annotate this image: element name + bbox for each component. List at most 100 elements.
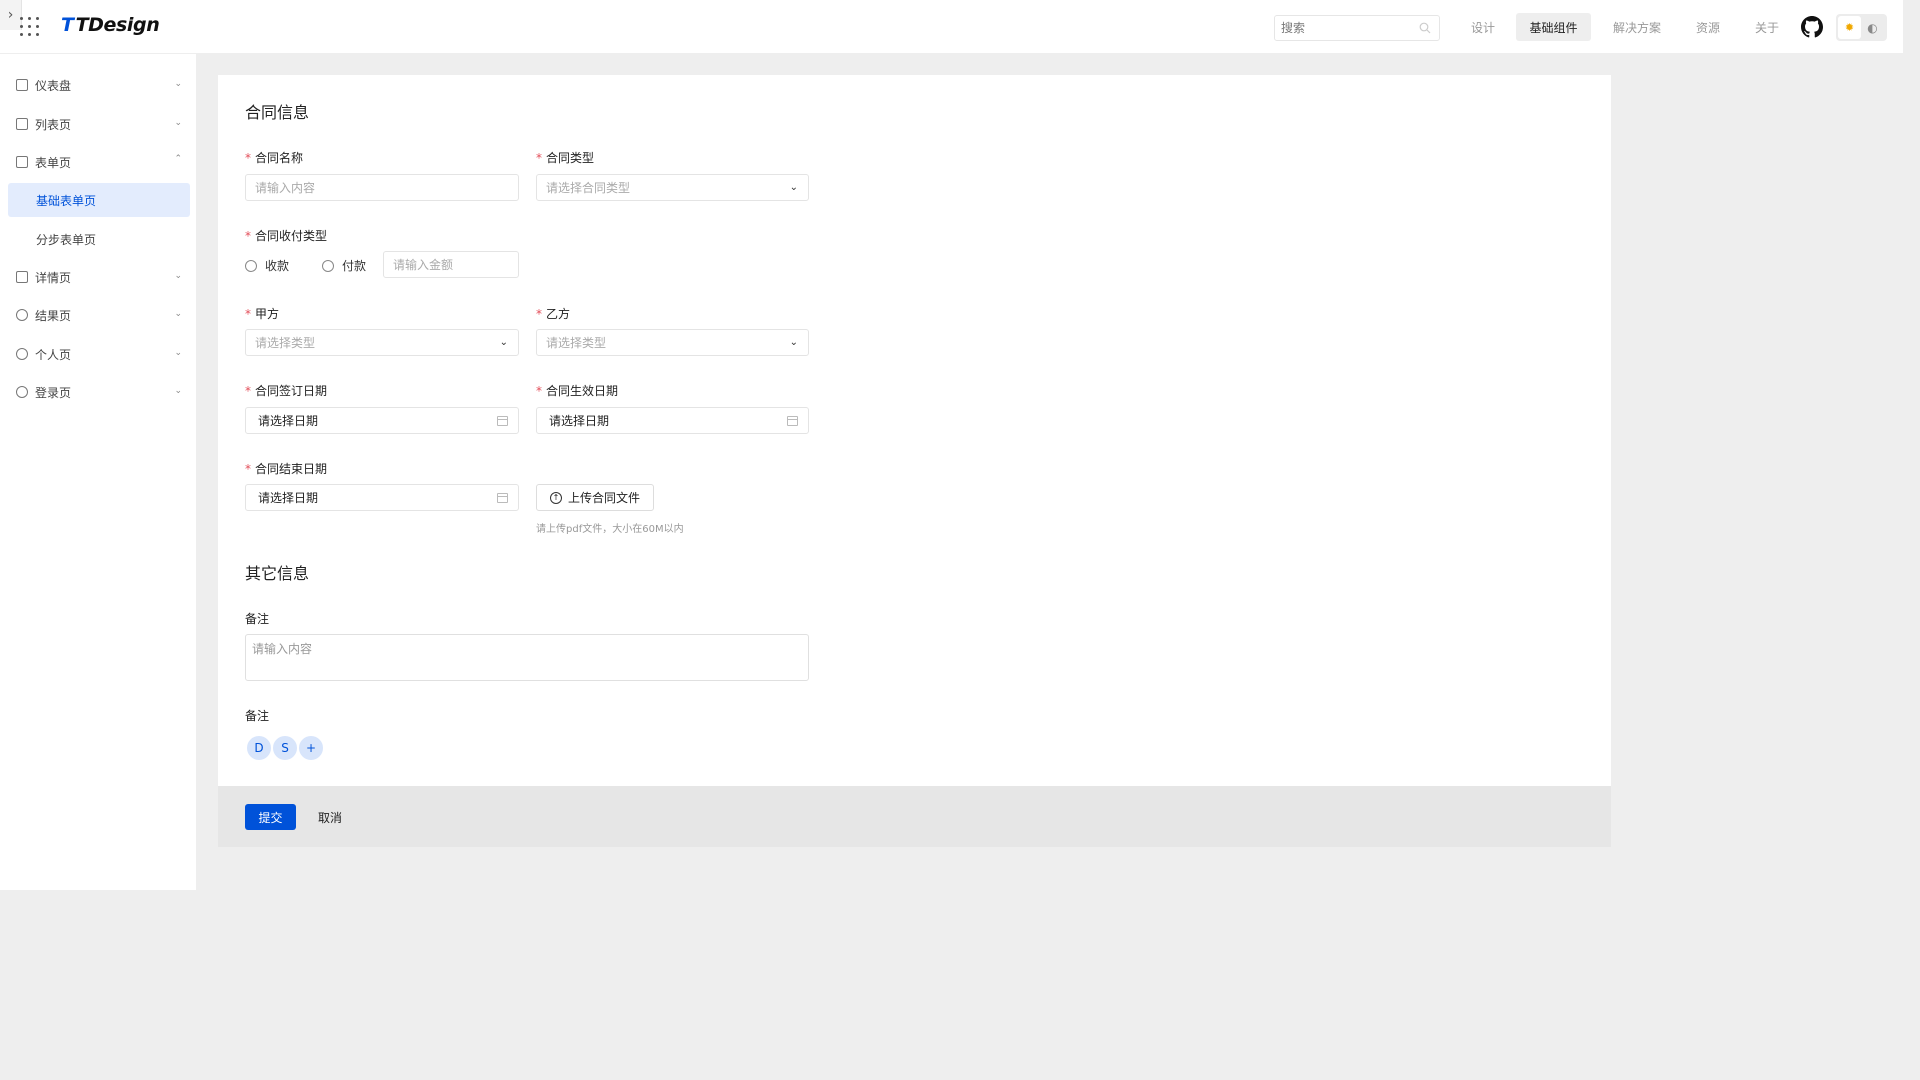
- amount-input[interactable]: [393, 252, 518, 277]
- avatar[interactable]: D: [245, 734, 273, 762]
- sidebar-collapse-button[interactable]: ›: [0, 0, 22, 30]
- chevron-down-icon: ⌄: [174, 79, 182, 89]
- remark-textarea-wrapper[interactable]: [245, 634, 809, 681]
- upload-icon: ↑: [549, 491, 562, 504]
- radio-pay[interactable]: 付款: [322, 257, 366, 274]
- party-b-select[interactable]: 请选择类型 ⌄: [536, 329, 809, 356]
- cancel-button[interactable]: 取消: [308, 804, 352, 830]
- form-footer: [218, 786, 1611, 847]
- logo-text: TDesign: [75, 14, 160, 36]
- effective-date-picker[interactable]: 请选择日期: [536, 407, 809, 434]
- radio-pay-label: 付款: [342, 259, 367, 273]
- calendar-icon: [497, 416, 508, 426]
- contract-type-placeholder: 请选择合同类型: [546, 181, 631, 195]
- upload-label: 上传合同文件: [567, 491, 640, 505]
- check-circle-icon: [16, 309, 28, 321]
- calendar-icon: [787, 416, 798, 426]
- upload-hint: 请上传pdf文件，大小在60M以内: [536, 524, 684, 535]
- top-header: › TTDesign 设计 基础组件 解决方案 资源 关于 ✹ ◐: [0, 0, 1903, 54]
- detail-icon: [16, 271, 28, 283]
- logo-mark-icon: T: [61, 14, 74, 36]
- list-icon: [16, 118, 28, 130]
- dashboard-icon: [16, 79, 28, 91]
- github-icon[interactable]: [1801, 16, 1823, 38]
- end-date-picker[interactable]: 请选择日期: [245, 484, 519, 511]
- radio-receive-label: 收款: [265, 259, 290, 273]
- contract-name-label: * 合同名称: [245, 151, 304, 165]
- contract-type-label: * 合同类型: [536, 151, 595, 165]
- amount-field[interactable]: [383, 251, 519, 278]
- nav-components[interactable]: 基础组件: [1516, 13, 1591, 41]
- sidebar: 仪表盘 ⌄ 列表页 ⌄ 表单页 ⌃ 基础表单页 分步表单页 详情页 ⌄ 结果页 …: [0, 54, 196, 890]
- radio-circle-icon[interactable]: [245, 259, 257, 272]
- theme-toggle[interactable]: ✹ ◐: [1836, 14, 1887, 41]
- sidebar-item-label: 个人页: [35, 347, 72, 362]
- party-a-label: * 甲方: [245, 307, 280, 321]
- party-a-select[interactable]: 请选择类型 ⌄: [245, 329, 519, 356]
- sidebar-item-list[interactable]: 列表页 ⌄: [8, 107, 190, 141]
- user-circle-icon: [16, 348, 28, 360]
- remark-label: 备注: [245, 612, 270, 626]
- moon-icon[interactable]: ◐: [1861, 16, 1884, 39]
- sign-date-picker[interactable]: 请选择日期: [245, 407, 519, 434]
- sun-icon[interactable]: ✹: [1838, 16, 1861, 39]
- party-b-placeholder: 请选择类型: [546, 336, 607, 350]
- submit-button[interactable]: 提交: [245, 804, 296, 830]
- edit-icon: [16, 156, 28, 168]
- contract-name-field[interactable]: [245, 174, 519, 201]
- sign-date-value: 请选择日期: [258, 414, 319, 428]
- section-title-contract: 合同信息: [245, 103, 310, 122]
- remark2-label: 备注: [245, 709, 270, 723]
- chevron-down-icon: ⌄: [174, 309, 182, 319]
- remark-textarea[interactable]: [246, 635, 808, 680]
- sidebar-item-login[interactable]: 登录页 ⌄: [8, 375, 190, 409]
- sidebar-item-step-form[interactable]: 分步表单页: [8, 222, 190, 256]
- nav-design[interactable]: 设计: [1460, 13, 1506, 41]
- nav-resources[interactable]: 资源: [1685, 13, 1731, 41]
- effective-date-value: 请选择日期: [549, 414, 610, 428]
- sidebar-item-label: 详情页: [35, 270, 72, 285]
- chevron-up-icon: ⌃: [174, 154, 182, 164]
- sidebar-item-user[interactable]: 个人页 ⌄: [8, 337, 190, 371]
- chevron-down-icon: ⌄: [789, 337, 798, 348]
- sidebar-item-detail[interactable]: 详情页 ⌄: [8, 260, 190, 294]
- chevron-down-icon: ⌄: [789, 182, 798, 193]
- contract-type-select[interactable]: 请选择合同类型 ⌄: [536, 174, 809, 201]
- radio-receive[interactable]: 收款: [245, 257, 289, 274]
- party-a-placeholder: 请选择类型: [255, 336, 316, 350]
- sidebar-item-label: 分步表单页: [36, 232, 97, 247]
- add-avatar-button[interactable]: +: [297, 734, 325, 762]
- radio-circle-icon[interactable]: [322, 259, 334, 272]
- chevron-down-icon: ⌄: [174, 386, 182, 396]
- sidebar-item-basic-form[interactable]: 基础表单页: [8, 183, 190, 217]
- chevron-down-icon: ⌄: [174, 348, 182, 358]
- contract-name-input[interactable]: [255, 175, 518, 200]
- party-b-label: * 乙方: [536, 307, 571, 321]
- upload-contract-button[interactable]: ↑ 上传合同文件: [536, 484, 654, 511]
- search-input[interactable]: [1275, 16, 1405, 40]
- chevron-right-icon: ›: [7, 7, 14, 23]
- nav-about[interactable]: 关于: [1744, 13, 1790, 41]
- login-icon: [16, 386, 28, 398]
- sidebar-item-label: 表单页: [35, 155, 72, 170]
- chevron-down-icon: ⌄: [499, 337, 508, 348]
- search-box[interactable]: [1274, 15, 1440, 41]
- chevron-down-icon: ⌄: [174, 271, 182, 281]
- sidebar-item-form[interactable]: 表单页 ⌃: [8, 145, 190, 179]
- sidebar-item-label: 仪表盘: [35, 78, 72, 93]
- apps-grid-icon[interactable]: [20, 17, 40, 37]
- sidebar-item-dashboard[interactable]: 仪表盘 ⌄: [8, 68, 190, 102]
- end-date-value: 请选择日期: [258, 491, 319, 505]
- logo[interactable]: T TDesign: [61, 14, 160, 36]
- sidebar-item-label: 登录页: [35, 385, 72, 400]
- end-date-label: * 合同结束日期: [245, 462, 328, 476]
- avatar[interactable]: S: [271, 734, 299, 762]
- calendar-icon: [497, 493, 508, 503]
- section-title-other: 其它信息: [245, 564, 310, 583]
- effective-date-label: * 合同生效日期: [536, 384, 619, 398]
- payment-type-label: * 合同收付类型: [245, 229, 328, 243]
- sidebar-item-result[interactable]: 结果页 ⌄: [8, 298, 190, 332]
- sidebar-item-label: 基础表单页: [36, 193, 97, 208]
- nav-solutions[interactable]: 解决方案: [1601, 13, 1673, 41]
- chevron-down-icon: ⌄: [174, 118, 182, 128]
